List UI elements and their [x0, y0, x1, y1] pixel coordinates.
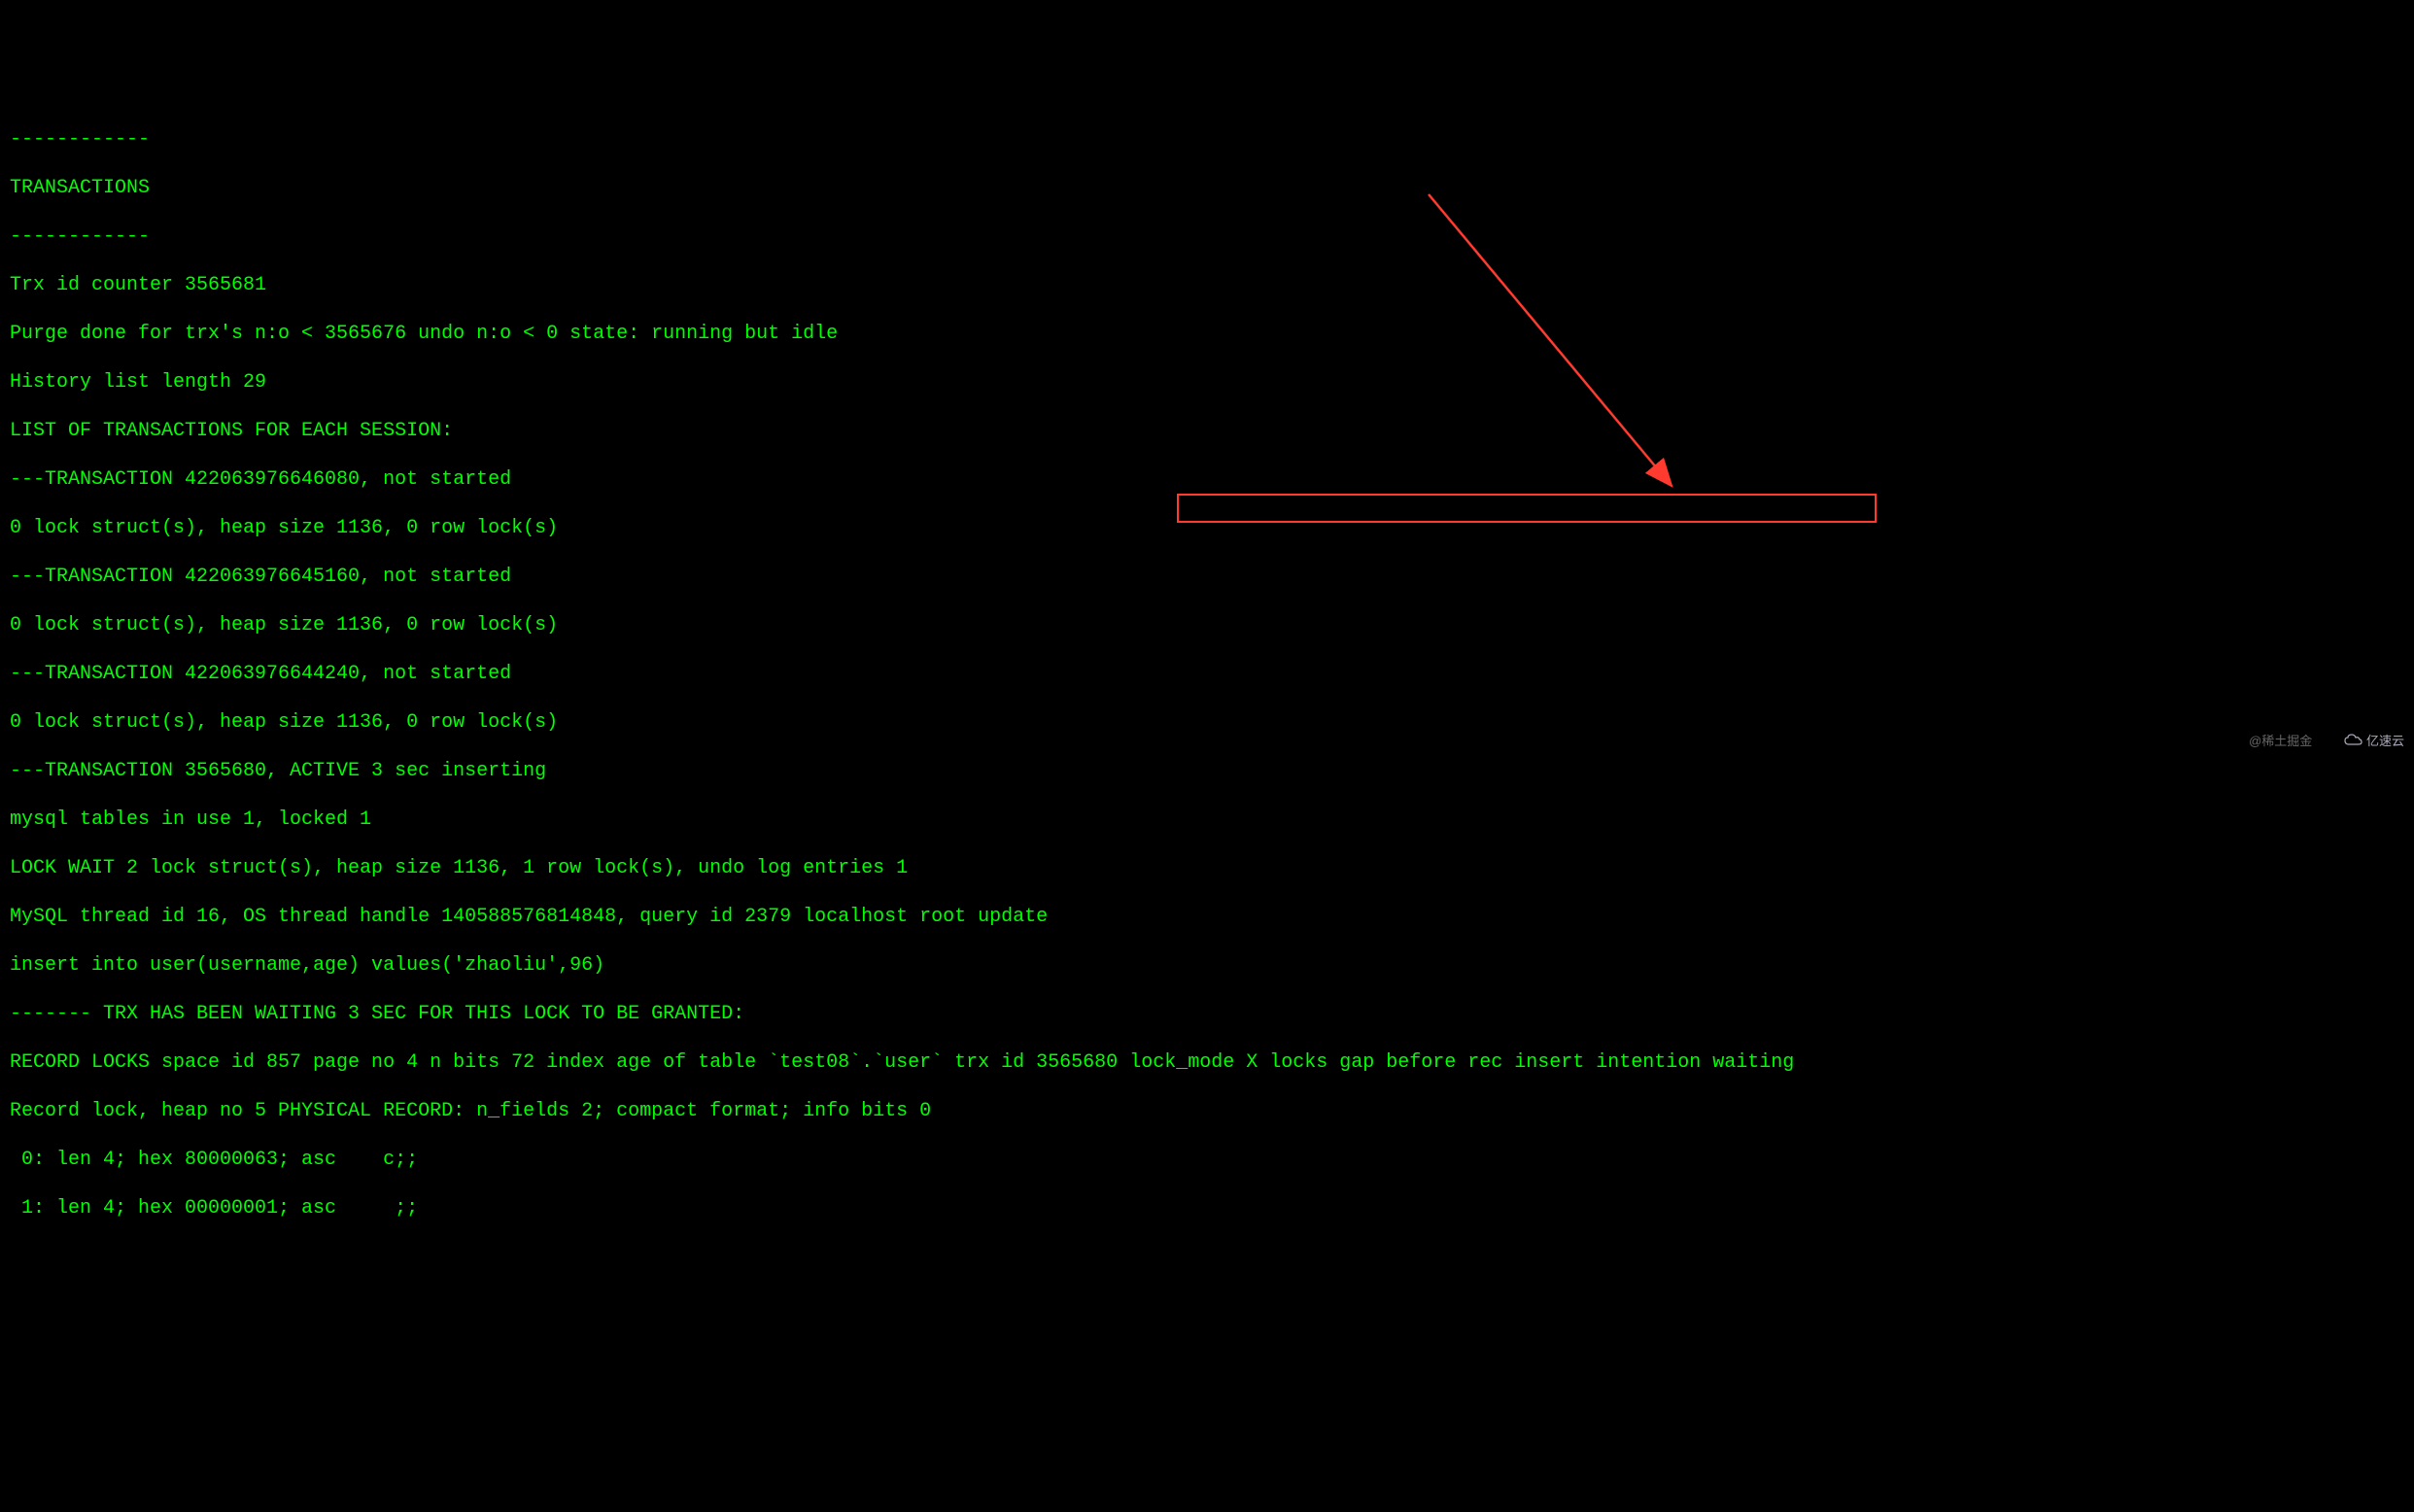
terminal-line: Purge done for trx's n:o < 3565676 undo … — [10, 322, 2404, 346]
terminal-line: ---TRANSACTION 422063976646080, not star… — [10, 467, 2404, 492]
terminal-line: mysql tables in use 1, locked 1 — [10, 808, 2404, 832]
terminal-output: ------------ TRANSACTIONS ------------ T… — [10, 103, 2404, 1245]
terminal-line: 0 lock struct(s), heap size 1136, 0 row … — [10, 710, 2404, 735]
terminal-line: 0 lock struct(s), heap size 1136, 0 row … — [10, 613, 2404, 637]
terminal-line: 1: len 4; hex 00000001; asc ;; — [10, 1196, 2404, 1220]
watermark: @稀土掘金 亿速云 — [2249, 716, 2404, 766]
terminal-line: Record lock, heap no 5 PHYSICAL RECORD: … — [10, 1099, 2404, 1123]
terminal-line: ------------ — [10, 224, 2404, 249]
terminal-line: Trx id counter 3565681 — [10, 273, 2404, 297]
terminal-line: LIST OF TRANSACTIONS FOR EACH SESSION: — [10, 419, 2404, 443]
terminal-line: ---TRANSACTION 422063976644240, not star… — [10, 662, 2404, 686]
terminal-line: ------- TRX HAS BEEN WAITING 3 SEC FOR T… — [10, 1002, 2404, 1026]
terminal-line: MySQL thread id 16, OS thread handle 140… — [10, 905, 2404, 929]
watermark-right-text: 亿速云 — [2366, 734, 2404, 749]
terminal-line: LOCK WAIT 2 lock struct(s), heap size 11… — [10, 856, 2404, 880]
terminal-line: ---TRANSACTION 3565680, ACTIVE 3 sec ins… — [10, 759, 2404, 783]
terminal-line: insert into user(username,age) values('z… — [10, 953, 2404, 978]
cloud-icon — [2322, 716, 2362, 766]
terminal-line: 0 lock struct(s), heap size 1136, 0 row … — [10, 516, 2404, 540]
terminal-line: 0: len 4; hex 80000063; asc c;; — [10, 1148, 2404, 1172]
terminal-line: RECORD LOCKS space id 857 page no 4 n bi… — [10, 1050, 2404, 1075]
terminal-line: ------------ — [10, 127, 2404, 152]
watermark-left: @稀土掘金 — [2249, 734, 2312, 749]
terminal-line: ---TRANSACTION 422063976645160, not star… — [10, 565, 2404, 589]
terminal-line: TRANSACTIONS — [10, 176, 2404, 200]
terminal-line: History list length 29 — [10, 370, 2404, 395]
watermark-right: 亿速云 — [2322, 716, 2404, 766]
